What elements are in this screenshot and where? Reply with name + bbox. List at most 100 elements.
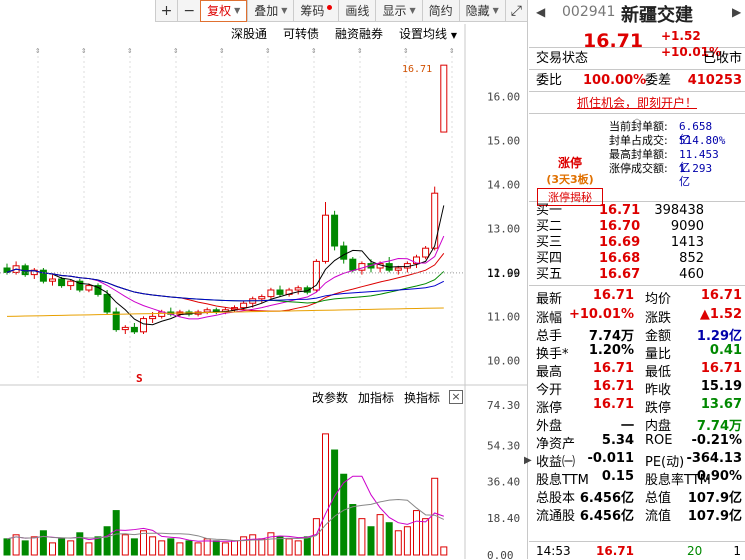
stat-value: 16.71	[700, 288, 742, 303]
chips-button[interactable]: 筹码	[293, 0, 338, 22]
order-book-row: 买三 16.69 1413	[536, 235, 704, 250]
volume-bar	[267, 532, 275, 556]
ma-settings-button[interactable]: 设置均线 ▼	[399, 24, 457, 44]
volume-bar	[331, 449, 339, 556]
adjust-button[interactable]: 复权 ▼	[200, 0, 248, 22]
price-tick-label: 15.00	[487, 134, 520, 147]
volume-bar	[413, 510, 420, 556]
add-indicator-button[interactable]: 加指标	[358, 388, 394, 408]
volume-bar	[121, 534, 129, 556]
volume-bar	[394, 530, 402, 556]
candle-body	[431, 192, 439, 249]
overlay-button[interactable]: 叠加 ▼	[247, 0, 293, 22]
stat-value: 16.71	[592, 397, 634, 412]
draw-button[interactable]: 画线	[338, 0, 375, 22]
open-account-link[interactable]: 抓住机会，即刻开户！	[529, 92, 745, 114]
volume-bar	[312, 518, 320, 556]
stat-label: 涨幅	[536, 311, 563, 326]
stat-label: 金额	[645, 329, 672, 344]
marker-icon: ⇕	[403, 46, 408, 56]
marker-icon: ⇕	[219, 46, 224, 56]
close-icon[interactable]: ×	[449, 390, 463, 404]
limit-row: 涨停成交额: 1.293亿	[609, 162, 713, 188]
zoom-in-button[interactable]: +	[154, 0, 178, 22]
chart-subbar: 深股通 可转债 融资融券 设置均线 ▼	[0, 24, 465, 44]
volume-bar	[258, 538, 266, 556]
ma-line	[6, 235, 445, 320]
candle-body	[58, 278, 66, 287]
kline-panel: 16.00 15.00 14.00 13.00 12.00 11.99 11.00 10.00…	[0, 0, 528, 559]
stat-label: 换手*	[536, 347, 569, 362]
stat-value: 0.90%	[696, 469, 742, 484]
last-price-marker: 16.71	[402, 64, 432, 75]
prev-stock-icon[interactable]: ◀	[536, 5, 545, 19]
volume-bar	[130, 538, 138, 556]
candle-body	[294, 287, 302, 291]
stat-value: 107.9亿	[687, 491, 742, 506]
candle-body	[130, 326, 138, 333]
candle-body	[121, 326, 129, 331]
chart-toolbar: + − 复权 ▼ 叠加 ▼ 筹码 画线 显示 ▼ 简约 隐藏 ▼ ⤢	[154, 0, 527, 22]
order-book-row: 买五 16.67 460	[536, 267, 704, 282]
candle-body	[140, 318, 147, 333]
marker-icon: ⇕	[311, 46, 316, 56]
volume-bar	[167, 538, 175, 556]
candle-body	[240, 302, 248, 309]
volume-bar	[231, 540, 238, 556]
stat-label: ROE	[645, 433, 673, 448]
stat-value: 7.74万	[696, 419, 742, 434]
stat-label: 今开	[536, 383, 563, 398]
simple-button[interactable]: 简约	[421, 0, 459, 22]
expand-icon[interactable]: ⤢	[504, 0, 527, 22]
stat-value: 6.456亿	[579, 509, 634, 524]
volume-bar	[294, 540, 302, 556]
stat-label: 量比	[645, 347, 672, 362]
zoom-out-button[interactable]: −	[177, 0, 200, 22]
volume-toolbar: 改参数 加指标 换指标	[312, 388, 440, 408]
stat-value: 1.20%	[588, 343, 634, 358]
volume-bar	[176, 542, 184, 556]
volume-bar	[194, 542, 202, 556]
volume-tick-label: 0.00	[487, 549, 514, 559]
chevron-down-icon: ▼	[450, 31, 457, 40]
volume-tick-label: 54.30	[487, 439, 520, 452]
marker-icon: ⇕	[265, 46, 270, 56]
price-tick-label: 11.00	[487, 310, 520, 323]
stat-label: 流通股	[536, 509, 576, 524]
limit-up-box: 涨停 (3天3板) 涨停揭秘 当前封单额: 6.658亿 封单占成交: 514.80…	[529, 120, 745, 206]
edit-params-button[interactable]: 改参数	[312, 388, 348, 408]
stat-label: 净资产	[536, 437, 576, 452]
hide-button[interactable]: 隐藏 ▼	[458, 0, 505, 22]
quote-panel: ◀ 002941 新疆交建 ▶ 16.71 +1.52 +10.01% 交易状态 …	[529, 0, 745, 559]
quote-stats: 最新 16.71 均价 16.71 涨幅 +10.01% 涨跌 ▲1.52 总手 7.74万 金额 1…	[529, 286, 745, 548]
chevron-down-icon: ▼	[281, 6, 288, 15]
limit-row: 当前封单额: 6.658亿	[609, 120, 713, 146]
next-stock-icon[interactable]: ▶	[732, 5, 741, 19]
convertible-bond-link[interactable]: 可转债	[283, 24, 319, 44]
candle-body	[349, 258, 357, 271]
stat-value: 0.41	[709, 343, 742, 358]
display-button[interactable]: 显示 ▼	[375, 0, 421, 22]
stat-label: 外盘	[536, 419, 563, 434]
volume-bar	[185, 540, 193, 556]
volume-bar	[221, 542, 229, 556]
chevron-down-icon: ▼	[234, 6, 241, 15]
stat-label: 股息TTM	[536, 473, 589, 488]
hk-connect-link[interactable]: 深股通	[231, 24, 267, 44]
stock-name: 新疆交建	[621, 5, 693, 26]
stat-value: 16.71	[592, 288, 634, 303]
margin-trading-link[interactable]: 融资融券	[335, 24, 383, 44]
order-book-row: 买四 16.68 852	[536, 251, 704, 266]
volume-bar	[3, 538, 11, 556]
volume-bar	[440, 546, 448, 556]
order-book: 买一 16.71 398438 买二 16.70 9090 买三 16.69 1413 买四 16.…	[529, 202, 745, 286]
volume-bar	[112, 510, 120, 556]
stat-value: 6.456亿	[579, 491, 634, 506]
switch-indicator-button[interactable]: 换指标	[404, 388, 440, 408]
candle-body	[276, 289, 284, 295]
marker-icon: ⇕	[81, 46, 86, 56]
notification-dot	[327, 4, 333, 10]
main-chart[interactable]: 16.0015.0014.0013.0012.0011.9911.0010.00…	[0, 0, 528, 559]
volume-bar	[349, 504, 357, 556]
stat-value: -0.21%	[691, 433, 743, 448]
